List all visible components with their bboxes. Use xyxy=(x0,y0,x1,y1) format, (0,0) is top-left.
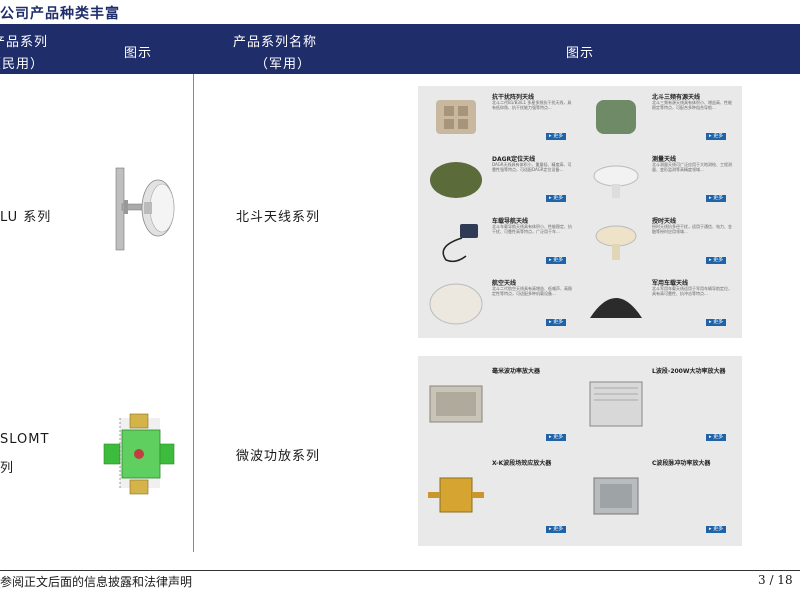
antenna-array-image xyxy=(426,92,486,142)
military-series-beidou: 北斗天线系列 xyxy=(236,210,321,225)
antenna-image xyxy=(426,154,486,204)
antenna-image xyxy=(426,278,486,328)
card-desc: 北斗二代航空天线具有高增益、低噪声、高稳定性等特点，可适配多种机载设备... xyxy=(492,286,572,296)
civil-series-lu: LU 系列 xyxy=(0,210,52,225)
product-card[interactable]: L波段-200W大功率放大器 ▸ 更多 xyxy=(584,362,736,448)
product-card[interactable]: 测量天线 北斗测量天线可广泛应用于大地测绘、工程测量、变形监测等高精度领域...… xyxy=(584,152,736,208)
more-button[interactable]: ▸ 更多 xyxy=(706,319,727,326)
amplifier-panel: 毫米波功率放大器 ▸ 更多 L波段-200W大功率放大器 ▸ 更多 X-K波段场… xyxy=(418,356,742,546)
product-card[interactable]: 北斗三频有源天线 北斗三频有源天线具有体积小、增益高、性能稳定等特点，可配合多种… xyxy=(584,90,736,146)
more-button[interactable]: ▸ 更多 xyxy=(706,434,727,441)
amplifier-image xyxy=(586,366,646,442)
section-title: 公司产品种类丰富 xyxy=(0,6,120,22)
footer-divider xyxy=(0,570,800,571)
more-button[interactable]: ▸ 更多 xyxy=(546,195,567,202)
product-card[interactable]: 航空天线 北斗二代航空天线具有高增益、低噪声、高稳定性等特点，可适配多种机载设备… xyxy=(424,276,576,332)
more-button[interactable]: ▸ 更多 xyxy=(546,133,567,140)
military-series-microwave: 微波功放系列 xyxy=(236,449,321,464)
card-desc: 北斗测量天线可广泛应用于大地测绘、工程测量、变形监测等高精度领域... xyxy=(652,162,732,172)
product-card[interactable]: 授时天线 授时天线抗多径干扰，适用于通信、电力、金融等授时应用领域... ▸ 更… xyxy=(584,214,736,270)
more-button[interactable]: ▸ 更多 xyxy=(706,195,727,202)
product-card[interactable]: DAGR定位天线 DAGR天线具有体积小、重量轻、精度高、可靠性强等特点，可适配… xyxy=(424,152,576,208)
card-desc: 授时天线抗多径干扰，适用于通信、电力、金融等授时应用领域... xyxy=(652,224,732,234)
more-button[interactable]: ▸ 更多 xyxy=(706,133,727,140)
amplifier-image xyxy=(586,458,646,534)
beidou-antenna-panel: 抗干扰阵列天线 北斗二代B1/B3/L1 多星多频抗干扰天线，具有低仰角、抗干扰… xyxy=(418,86,742,338)
card-desc: 北斗军用车载天线适用于军用车辆导航定位，具有高可靠性、抗冲击等特点... xyxy=(652,286,732,296)
antenna-image xyxy=(586,216,646,266)
card-desc: DAGR天线具有体积小、重量轻、精度高、可靠性强等特点，可适配DAGR定位设备.… xyxy=(492,162,572,172)
slomt-image xyxy=(100,408,180,498)
product-card[interactable]: 军用车载天线 北斗军用车载天线适用于军用车辆导航定位，具有高可靠性、抗冲击等特点… xyxy=(584,276,736,332)
amplifier-image xyxy=(426,366,486,442)
column-divider xyxy=(193,74,194,552)
card-desc: 北斗车载导航天线具有体积小、性能稳定、抗干扰、可靠性高等特点，广泛用于车... xyxy=(492,224,572,234)
card-title: C波段脉冲功率放大器 xyxy=(652,460,711,467)
civil-series-slomt: SLOMT xyxy=(0,432,50,447)
header-military-series: 产品系列名称 xyxy=(233,35,318,50)
antenna-image xyxy=(426,216,486,266)
antenna-image xyxy=(586,154,646,204)
product-card[interactable]: 毫米波功率放大器 ▸ 更多 xyxy=(424,362,576,448)
header-civil-note: （民用） xyxy=(0,57,45,72)
product-card[interactable]: 车载导航天线 北斗车载导航天线具有体积小、性能稳定、抗干扰、可靠性高等特点，广泛… xyxy=(424,214,576,270)
more-button[interactable]: ▸ 更多 xyxy=(706,526,727,533)
card-desc: 北斗三频有源天线具有体积小、增益高、性能稳定等特点，可配合多种组合导航... xyxy=(652,100,732,110)
header-image-2: 图示 xyxy=(566,46,595,61)
header-military-note: （军用） xyxy=(255,57,312,72)
lu-antenna-image xyxy=(100,164,190,254)
antenna-image xyxy=(586,278,646,328)
page-number: 3 / 18 xyxy=(758,573,793,587)
product-card[interactable]: 抗干扰阵列天线 北斗二代B1/B3/L1 多星多频抗干扰天线，具有低仰角、抗干扰… xyxy=(424,90,576,146)
more-button[interactable]: ▸ 更多 xyxy=(706,257,727,264)
card-title: L波段-200W大功率放大器 xyxy=(652,368,726,375)
card-title: X-K波段场效应放大器 xyxy=(492,460,552,467)
civil-series-slomt-suffix: 系列 xyxy=(0,461,15,476)
header-image-1: 图示 xyxy=(124,46,153,61)
more-button[interactable]: ▸ 更多 xyxy=(546,434,567,441)
product-card[interactable]: C波段脉冲功率放大器 ▸ 更多 xyxy=(584,454,736,540)
card-title: 毫米波功率放大器 xyxy=(492,368,541,375)
product-card[interactable]: X-K波段场效应放大器 ▸ 更多 xyxy=(424,454,576,540)
footer-disclaimer: 请参阅正文后面的信息披露和法律声明 xyxy=(0,575,193,589)
antenna-image xyxy=(586,92,646,142)
more-button[interactable]: ▸ 更多 xyxy=(546,257,567,264)
table-header: 产品系列 （民用） 图示 产品系列名称 （军用） 图示 xyxy=(0,24,800,74)
more-button[interactable]: ▸ 更多 xyxy=(546,526,567,533)
amplifier-image xyxy=(426,458,486,534)
card-desc: 北斗二代B1/B3/L1 多星多频抗干扰天线，具有低仰角、抗干扰能力强等特点..… xyxy=(492,100,572,110)
more-button[interactable]: ▸ 更多 xyxy=(546,319,567,326)
header-civil-series: 产品系列 xyxy=(0,35,49,50)
